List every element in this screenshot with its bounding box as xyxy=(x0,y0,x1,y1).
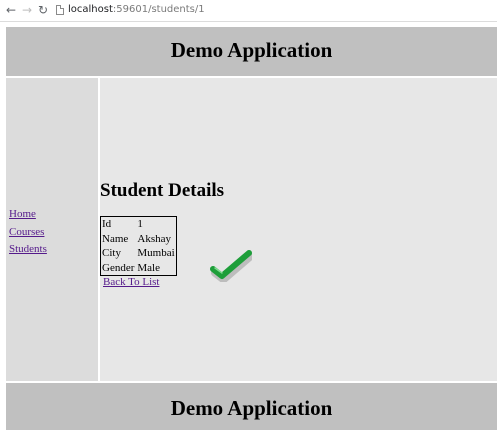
sidebar-link-courses[interactable]: Courses xyxy=(9,224,47,242)
table-row: City Mumbai xyxy=(101,246,176,261)
field-value: 1 xyxy=(137,218,143,230)
browser-toolbar: ← → ↻ localhost:59601/students/1 xyxy=(0,0,497,22)
student-details-table: Id 1 Name Akshay City Mumbai Gender Male xyxy=(100,216,177,276)
table-row: Name Akshay xyxy=(101,232,176,247)
back-arrow-icon[interactable]: ← xyxy=(4,3,18,17)
main-content: Student Details Id 1 Name Akshay City Mu… xyxy=(100,78,497,381)
page-icon xyxy=(56,5,64,15)
back-to-list-link[interactable]: Back To List xyxy=(103,276,159,288)
table-row: Id 1 xyxy=(101,217,176,232)
site-header: Demo Application xyxy=(6,27,497,76)
header-title: Demo Application xyxy=(170,38,333,62)
field-value: Male xyxy=(137,261,160,274)
url-host: localhost xyxy=(68,4,113,15)
url-path: :59601/students/1 xyxy=(112,4,205,15)
field-value: Akshay xyxy=(137,232,171,245)
checkmark-icon xyxy=(210,250,252,282)
field-label: Id xyxy=(102,218,112,230)
forward-arrow-icon[interactable]: → xyxy=(20,3,34,17)
page-title: Student Details xyxy=(100,180,225,201)
footer-title: Demo Application xyxy=(170,396,333,420)
field-value: Mumbai xyxy=(137,247,175,259)
table-row: Gender Male xyxy=(101,261,176,276)
page: Demo Application Home Courses Students S… xyxy=(6,27,497,430)
reload-icon[interactable]: ↻ xyxy=(36,3,50,17)
site-footer: Demo Application xyxy=(6,383,497,430)
sidebar: Home Courses Students xyxy=(6,78,98,381)
sidebar-link-home[interactable]: Home xyxy=(9,206,47,224)
sidebar-nav: Home Courses Students xyxy=(9,206,47,259)
field-label: Gender xyxy=(102,261,135,274)
address-bar[interactable]: localhost:59601/students/1 xyxy=(68,3,205,17)
field-label: City xyxy=(102,247,121,259)
sidebar-link-students[interactable]: Students xyxy=(9,241,47,259)
field-label: Name xyxy=(102,232,129,245)
